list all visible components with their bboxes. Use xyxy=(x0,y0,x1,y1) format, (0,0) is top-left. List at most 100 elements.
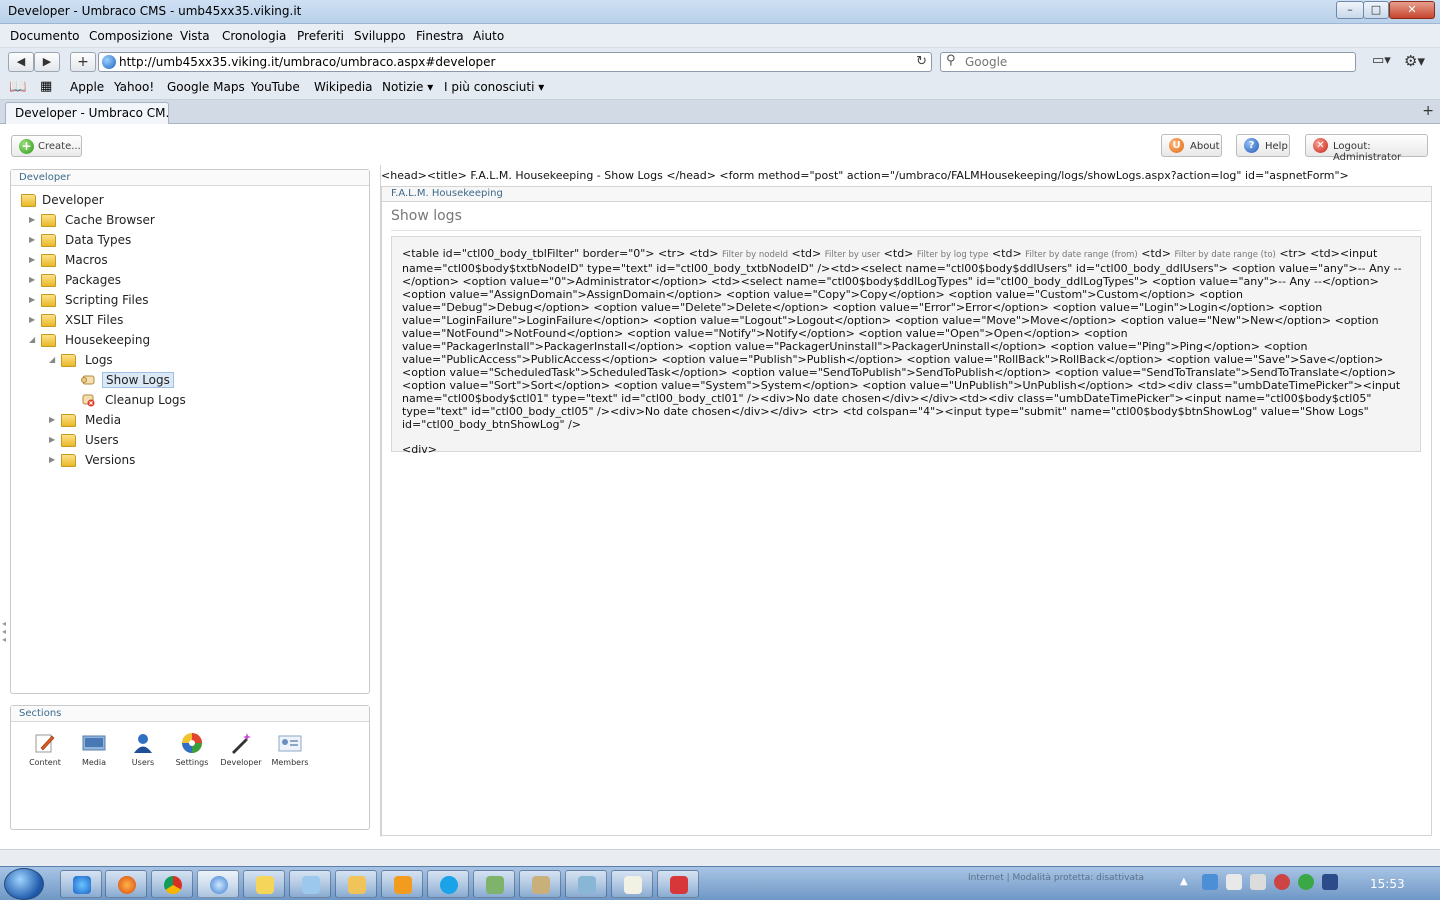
expand-arrow-icon[interactable]: ▶ xyxy=(49,455,55,464)
taskbar-media-player[interactable] xyxy=(381,870,423,898)
taskbar-safari[interactable] xyxy=(197,870,239,898)
bookmark-youtube[interactable]: YouTube xyxy=(251,80,300,94)
expand-arrow-icon[interactable]: ▶ xyxy=(49,415,55,424)
taskbar-app-6[interactable] xyxy=(289,870,331,898)
folder-icon xyxy=(21,194,36,207)
logout-button[interactable]: ✕ Logout: Administrator xyxy=(1305,134,1428,163)
forward-button[interactable]: ▶ xyxy=(34,52,60,72)
taskbar-app-14[interactable] xyxy=(657,870,699,898)
menu-sviluppo[interactable]: Sviluppo xyxy=(354,29,406,43)
antivirus-icon[interactable] xyxy=(1274,874,1290,890)
shield-icon[interactable] xyxy=(1322,874,1338,890)
menu-composizione[interactable]: Composizione xyxy=(89,29,173,43)
menu-preferiti[interactable]: Preferiti xyxy=(297,29,344,43)
start-button[interactable] xyxy=(4,868,44,900)
section-developer[interactable]: Developer xyxy=(218,732,264,767)
close-window-button[interactable]: ✕ xyxy=(1389,1,1435,19)
internet-explorer-icon xyxy=(73,876,91,894)
tab-developer[interactable]: Developer - Umbraco CM... xyxy=(5,102,169,124)
taskbar-firefox[interactable] xyxy=(105,870,147,898)
app-icon xyxy=(256,876,274,894)
section-members[interactable]: Members xyxy=(267,732,313,767)
help-button[interactable]: ? Help xyxy=(1236,134,1290,157)
content-pencil-icon xyxy=(35,734,55,753)
show-hidden-icons-icon[interactable]: ▲ xyxy=(1180,876,1188,887)
menu-aiuto[interactable]: Aiuto xyxy=(473,29,504,43)
create-button[interactable]: + Create... xyxy=(11,135,82,157)
sync-icon[interactable] xyxy=(1298,874,1314,890)
collapse-arrow-icon[interactable]: ◢ xyxy=(29,335,35,344)
bookmark-wikipedia[interactable]: Wikipedia xyxy=(314,80,373,94)
url-input[interactable] xyxy=(119,54,909,70)
minimize-button[interactable]: – xyxy=(1336,1,1364,19)
search-icon: ⚲ xyxy=(946,53,956,68)
top-sites-icon[interactable]: ▦ xyxy=(40,79,52,94)
gear-icon[interactable]: ⚙▾ xyxy=(1404,52,1425,70)
folder-icon xyxy=(41,294,56,307)
tree-panel-header: Developer xyxy=(11,170,369,186)
reading-list-icon[interactable]: 📖 xyxy=(9,79,26,95)
taskbar-skype[interactable] xyxy=(427,870,469,898)
taskbar-explorer[interactable] xyxy=(335,870,377,898)
taskbar-ie[interactable] xyxy=(60,870,102,898)
raw-html-tail: <div> xyxy=(402,443,437,456)
section-users[interactable]: Users xyxy=(120,732,166,767)
search-input[interactable] xyxy=(965,54,1345,70)
expand-arrow-icon[interactable]: ▶ xyxy=(29,235,35,244)
back-button[interactable]: ◀ xyxy=(8,52,34,72)
menu-documento[interactable]: Documento xyxy=(10,29,80,43)
taskbar-app-5[interactable] xyxy=(243,870,285,898)
add-bookmark-button[interactable]: + xyxy=(70,52,96,72)
menu-vista[interactable]: Vista xyxy=(180,29,210,43)
tab-bar: Developer - Umbraco CM... + xyxy=(0,100,1440,124)
bookmark-yahoo[interactable]: Yahoo! xyxy=(114,80,154,94)
folder-icon xyxy=(41,254,56,267)
collapse-handle-icon[interactable]: ◂ ◂ ◂ xyxy=(2,620,6,644)
about-label: About xyxy=(1190,141,1220,152)
folder-icon xyxy=(61,414,76,427)
taskbar-chrome[interactable] xyxy=(151,870,193,898)
raw-html-body: <table id="ctl00_body_tblFilter" border=… xyxy=(402,247,1402,431)
bookmark-google-maps[interactable]: Google Maps xyxy=(167,80,245,94)
section-settings[interactable]: Settings xyxy=(169,732,215,767)
expand-arrow-icon[interactable]: ▶ xyxy=(29,275,35,284)
users-person-icon xyxy=(134,734,152,753)
expand-arrow-icon[interactable]: ▶ xyxy=(49,435,55,444)
dropbox-icon[interactable] xyxy=(1202,874,1218,890)
taskbar-app-10[interactable] xyxy=(473,870,515,898)
reload-icon[interactable]: ↻ xyxy=(916,54,927,69)
taskbar-notepad[interactable] xyxy=(611,870,653,898)
main-content: <head><title> F.A.L.M. Housekeeping - Sh… xyxy=(380,165,1432,837)
address-bar: ↻ xyxy=(98,52,932,72)
window-title: Developer - Umbraco CMS - umb45xx35.viki… xyxy=(8,4,302,18)
taskbar-app-11[interactable] xyxy=(519,870,561,898)
page-menu-icon[interactable]: ▭▾ xyxy=(1372,53,1391,68)
section-content[interactable]: Content xyxy=(22,732,68,767)
network-tray-icon[interactable] xyxy=(1250,874,1266,890)
collapse-arrow-icon[interactable]: ◢ xyxy=(49,355,55,364)
bookmark-notizie[interactable]: Notizie ▾ xyxy=(382,80,433,94)
menu-cronologia[interactable]: Cronologia xyxy=(222,29,286,43)
tree-panel: Developer Developer ▶ Cache Browser ▶ Da… xyxy=(10,169,370,694)
taskbar-app-12[interactable] xyxy=(565,870,607,898)
show-logs-panel: Show logs <table id="ctl00_body_tblFilte… xyxy=(381,202,1432,836)
expand-arrow-icon[interactable]: ▶ xyxy=(29,315,35,324)
expand-arrow-icon[interactable]: ▶ xyxy=(29,255,35,264)
usb-icon[interactable] xyxy=(1226,874,1242,890)
bookmark-piu-conosciuti[interactable]: I più conosciuti ▾ xyxy=(444,80,544,94)
globe-icon xyxy=(102,55,116,69)
menu-finestra[interactable]: Finestra xyxy=(416,29,464,43)
folder-icon xyxy=(41,234,56,247)
expand-arrow-icon[interactable]: ▶ xyxy=(29,215,35,224)
folder-icon xyxy=(41,214,56,227)
bookmark-apple[interactable]: Apple xyxy=(70,80,104,94)
folder-icon xyxy=(61,454,76,467)
about-button[interactable]: U About xyxy=(1161,134,1222,157)
app-icon xyxy=(302,876,320,894)
expand-arrow-icon[interactable]: ▶ xyxy=(29,295,35,304)
section-media[interactable]: Media xyxy=(71,732,117,767)
firefox-icon xyxy=(118,876,136,894)
new-tab-button[interactable]: + xyxy=(1422,103,1434,119)
clock[interactable]: 15:53 xyxy=(1370,877,1405,891)
maximize-button[interactable]: □ xyxy=(1363,1,1389,19)
